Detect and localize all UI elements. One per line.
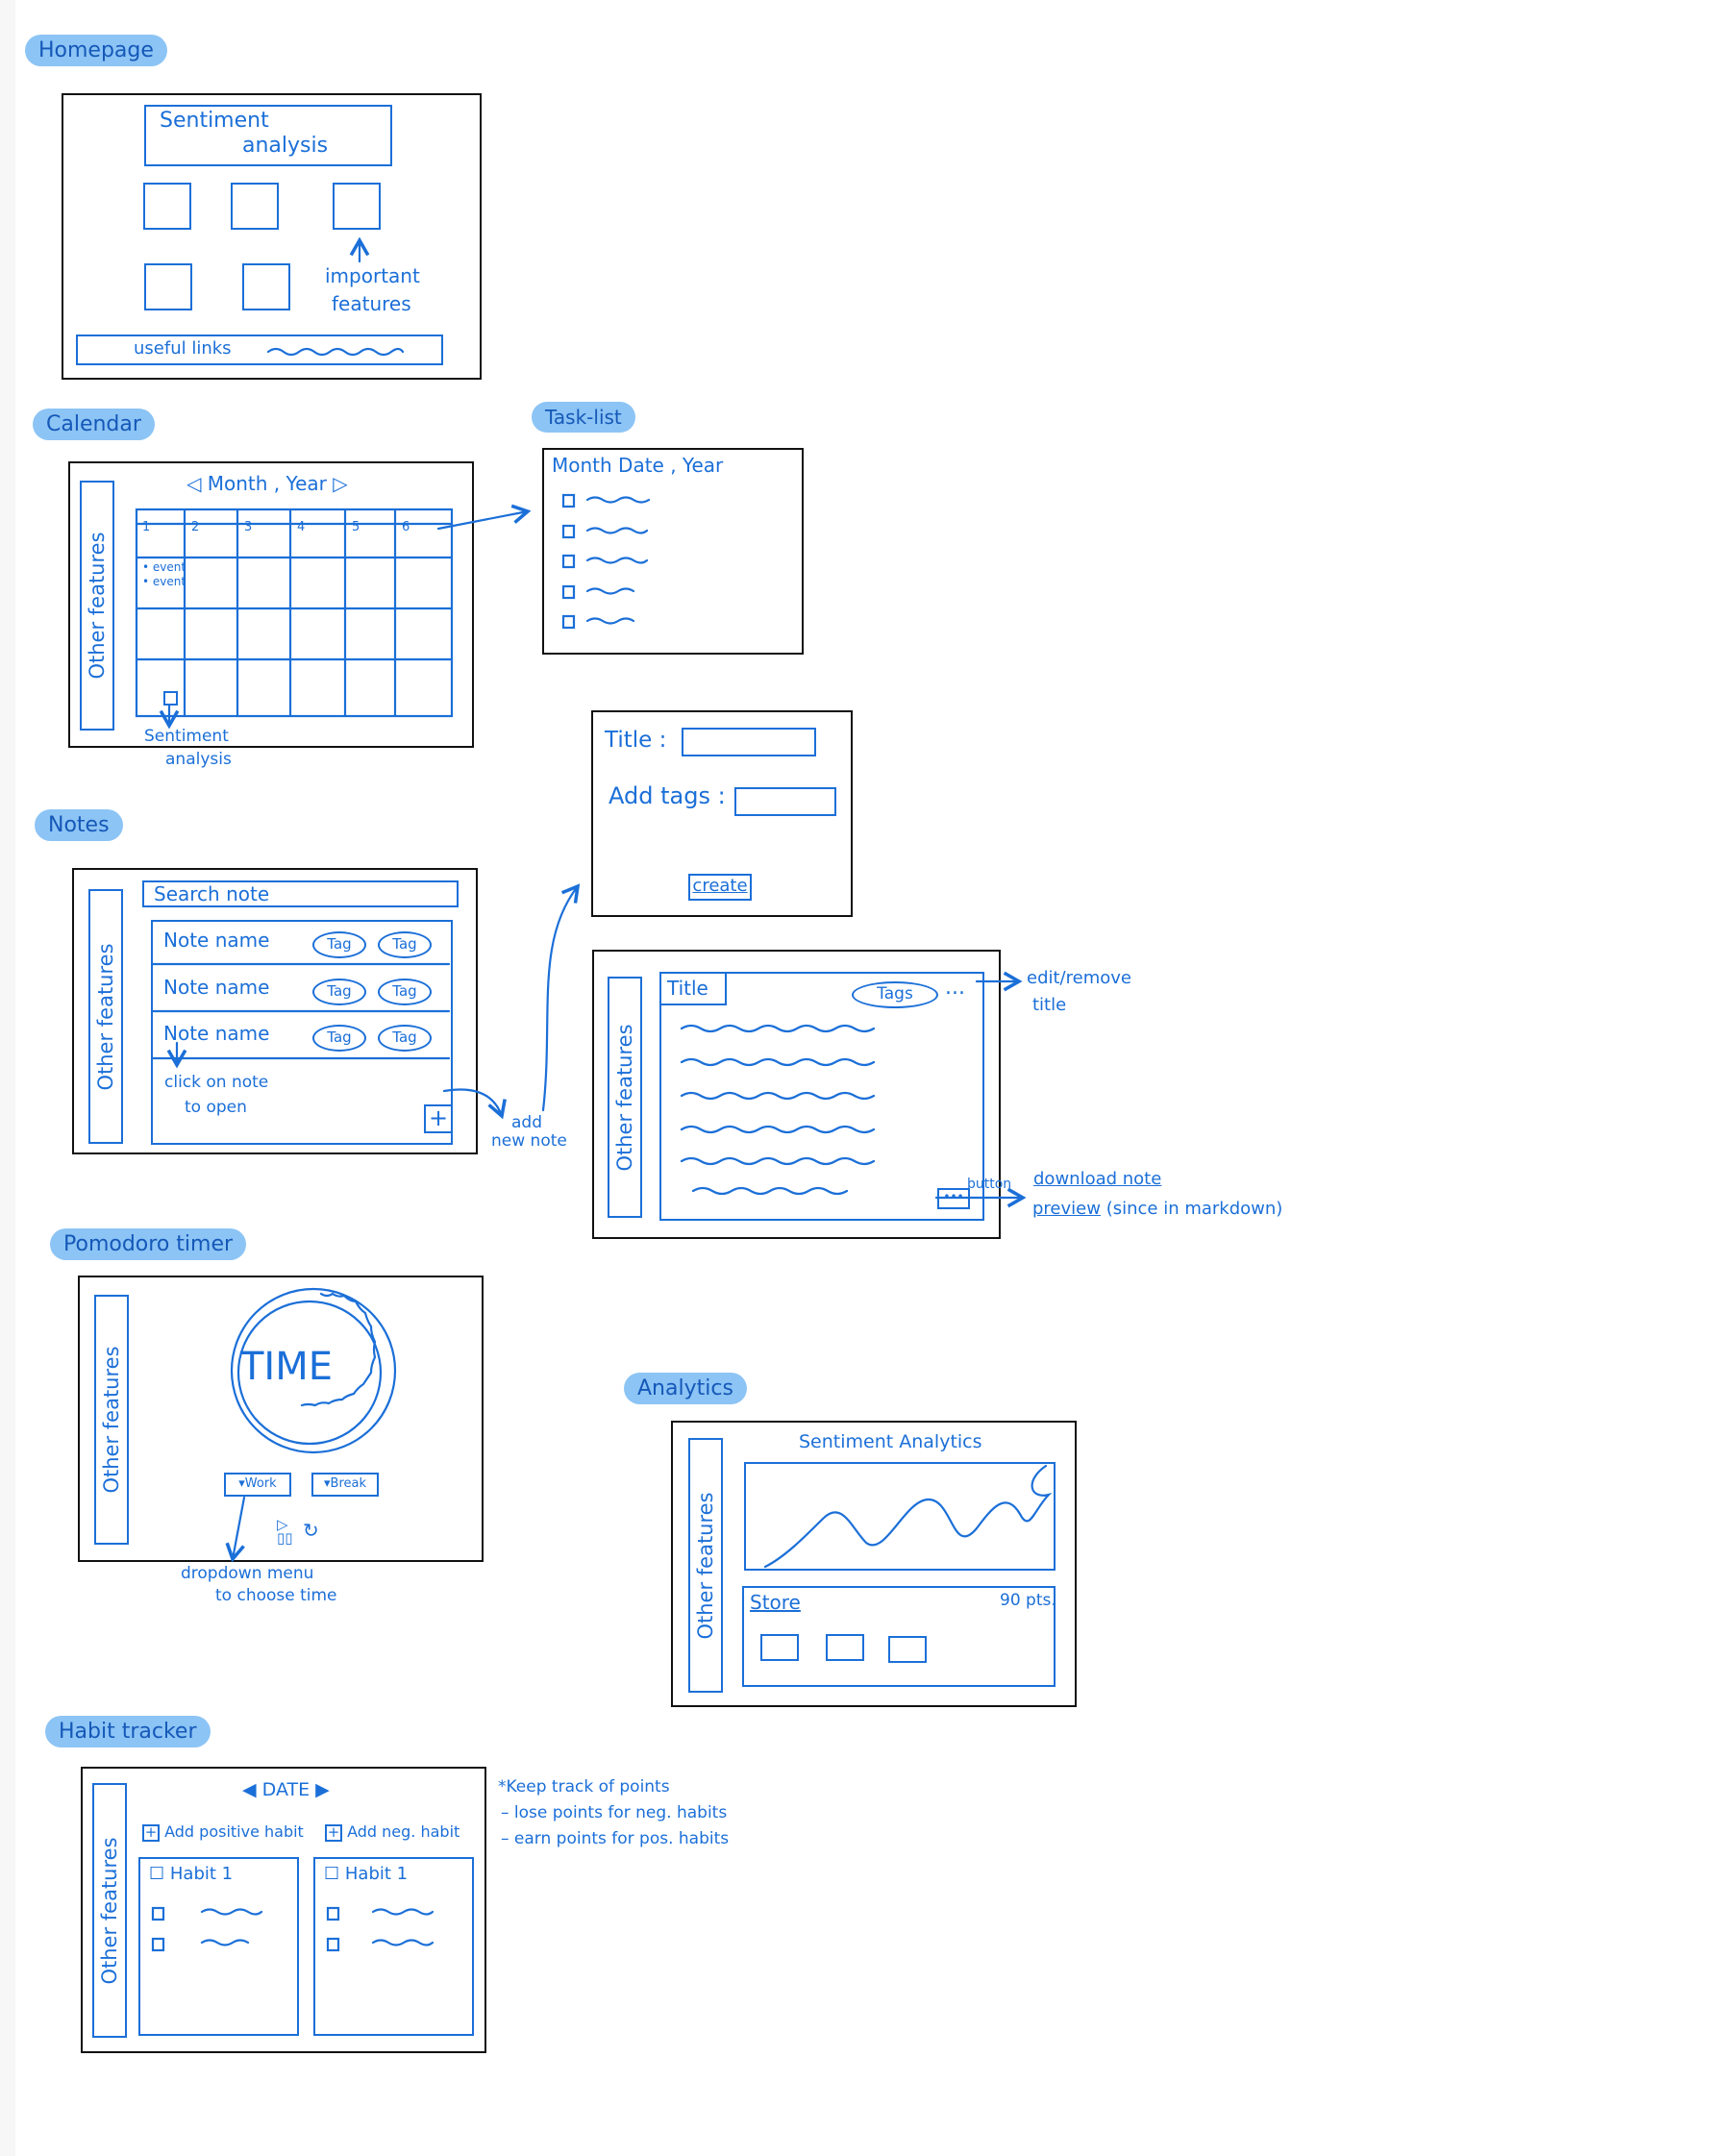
sketch-overlay [135,236,1053,1952]
dropdown-arrow [225,1496,246,1563]
task-checkboxes [561,493,576,630]
to-dialog-arrow [541,883,581,1112]
calendar-grid [135,508,454,718]
note-content-lines [680,1024,876,1196]
wireframe-page: Homepage Sentiment analysis important fe… [15,0,1714,2156]
add-note-arrow [442,1088,507,1120]
links-squiggle [266,347,405,357]
timer-inner-ring [236,1300,383,1446]
habit-squiggles [200,1908,435,1946]
timer-progress-hatch [300,1292,377,1407]
habit-checkboxes [151,1906,340,1952]
sentiment-trend-line [763,1464,1053,1569]
task-squiggles [585,496,651,625]
